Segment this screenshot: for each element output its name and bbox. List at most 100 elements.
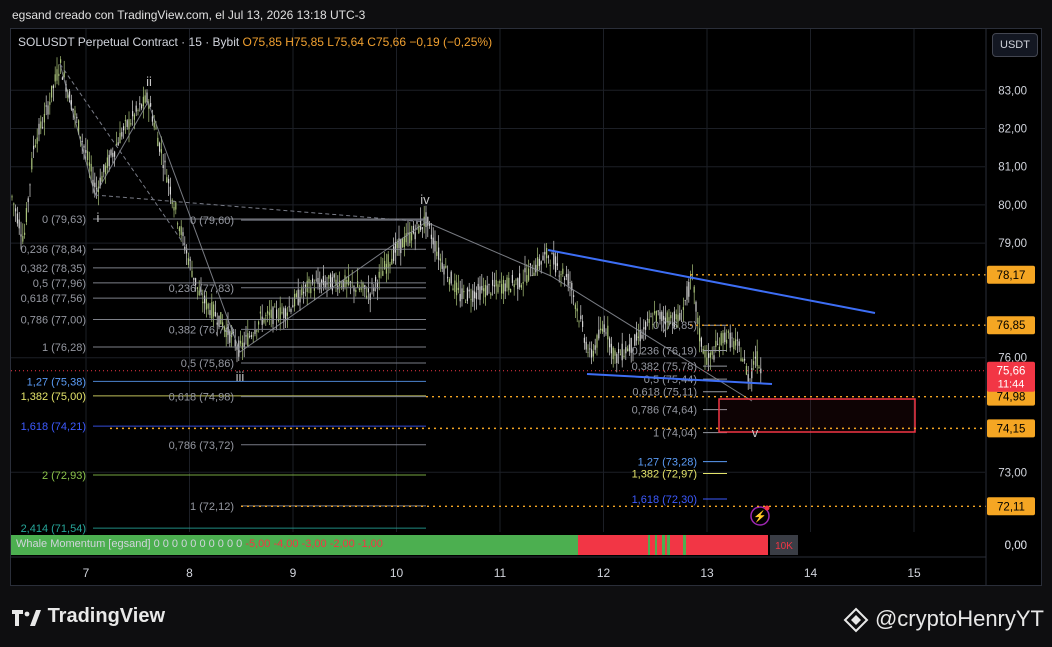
candle-body — [411, 232, 413, 241]
candle-body — [609, 338, 611, 348]
candle-body — [261, 316, 263, 325]
price-lines — [11, 274, 986, 507]
author-handle[interactable]: @cryptoHenryYT — [843, 606, 1044, 633]
candle-body — [403, 236, 405, 248]
candle-body — [528, 268, 530, 281]
candle-body — [556, 263, 558, 266]
candle-body — [268, 312, 270, 316]
candle-body — [699, 328, 701, 342]
candle-body — [585, 341, 587, 350]
candle-body — [679, 313, 681, 320]
fib-level-label: 1,618 (74,21) — [21, 421, 86, 433]
candle-body — [398, 238, 400, 249]
time-label: 11 — [494, 566, 507, 580]
candle-body — [646, 318, 648, 320]
candle-body — [211, 301, 213, 319]
candle-body — [387, 254, 389, 268]
candle-body — [245, 335, 247, 337]
candle-body — [31, 158, 33, 170]
currency-button[interactable]: USDT — [992, 33, 1038, 57]
price-badge-label: 72,11 — [997, 501, 1025, 513]
candle-body — [472, 290, 474, 302]
candle-body — [18, 219, 20, 229]
candle-body — [367, 288, 369, 293]
candle-body — [713, 355, 715, 360]
candle-body — [110, 149, 112, 156]
candle-body — [346, 280, 348, 285]
candle-body — [735, 339, 737, 346]
handle-text: @cryptoHenryYT — [874, 606, 1044, 631]
candle-body — [250, 335, 252, 337]
fib-level-label: 0,382 (78,35) — [21, 263, 86, 275]
candle-body — [407, 232, 409, 234]
candle-body — [364, 285, 366, 290]
candle-body — [344, 275, 346, 288]
fib-level-label: 1 (74,04) — [653, 428, 697, 440]
price-tick-label: 82,00 — [998, 124, 1027, 136]
candle-body — [157, 137, 159, 147]
candle-body — [88, 162, 90, 166]
candle-body — [96, 188, 98, 190]
candle-body — [220, 312, 222, 325]
candle-body — [169, 186, 171, 195]
candle-body — [704, 350, 706, 358]
candle-body — [497, 284, 499, 293]
candle-body — [517, 278, 519, 290]
candle-body — [618, 349, 620, 354]
time-label: 15 — [907, 566, 921, 580]
candle-body — [27, 198, 29, 203]
candle-body — [187, 258, 189, 265]
candle-body — [146, 92, 148, 102]
candle-body — [236, 347, 238, 350]
candle-body — [502, 279, 504, 294]
candle-body — [214, 311, 216, 317]
fib-level-label: 1,27 (73,28) — [638, 457, 697, 469]
indicator-name: Whale Momentum [egsand] — [16, 538, 151, 550]
indicator-legend[interactable]: Whale Momentum [egsand] 0 0 0 0 0 0 0 0 … — [16, 538, 383, 550]
fib-level-label: 1 (72,12) — [190, 501, 234, 513]
fib-retracement-left: 0 (79,63) 0,236 (78,84) 0,382 (78,35) 0,5 (… — [21, 214, 426, 535]
candle-body — [553, 253, 555, 265]
candle-body — [274, 306, 276, 308]
tradingview-brand[interactable]: TradingView — [12, 605, 165, 628]
candle-body — [340, 286, 342, 287]
candle-body — [535, 264, 537, 273]
candle-body — [706, 357, 708, 365]
candle-body — [159, 142, 161, 152]
price-badge-label: 74,98 — [997, 392, 1026, 404]
candle-body — [265, 315, 267, 316]
lightning-glyph: ⚡ — [753, 510, 767, 523]
momentum-bar-negative — [578, 535, 768, 555]
price-chart[interactable]: 0 (79,63) 0,236 (78,84) 0,382 (78,35) 0,5 (… — [0, 0, 1052, 586]
candle-body — [74, 110, 76, 116]
fib-level-label: 2,414 (71,54) — [21, 523, 86, 535]
candle-body — [711, 350, 713, 355]
candle-body — [54, 74, 56, 82]
candle-body — [49, 101, 51, 105]
candle-body — [29, 184, 31, 186]
candle-body — [758, 366, 760, 369]
candle-body — [724, 332, 726, 343]
candle-body — [87, 151, 89, 161]
candle-body — [492, 279, 494, 286]
candle-body — [582, 321, 584, 327]
candle-body — [526, 275, 528, 283]
candle-body — [459, 293, 461, 302]
fib-level-label: 1,382 (72,97) — [632, 468, 697, 480]
momentum-bar-positive — [662, 535, 665, 555]
candle-body — [727, 331, 729, 333]
candle-body — [641, 334, 643, 339]
candle-body — [628, 344, 630, 352]
candle-body — [130, 123, 132, 125]
candle-body — [726, 339, 728, 344]
candle-body — [193, 277, 195, 280]
candle-body — [546, 248, 548, 259]
candle-body — [614, 350, 616, 356]
indicator-neg-values: -5,00 -4,00 -3,00 -2,00 -1,00 — [245, 538, 383, 550]
candle-body — [396, 242, 398, 248]
price-badge-label: 74,15 — [997, 423, 1026, 435]
candle-body — [202, 301, 204, 304]
candle-body — [353, 286, 355, 292]
symbol-legend[interactable]: SOLUSDT Perpetual Contract · 15 · Bybit … — [18, 35, 492, 49]
candle-body — [520, 285, 522, 288]
